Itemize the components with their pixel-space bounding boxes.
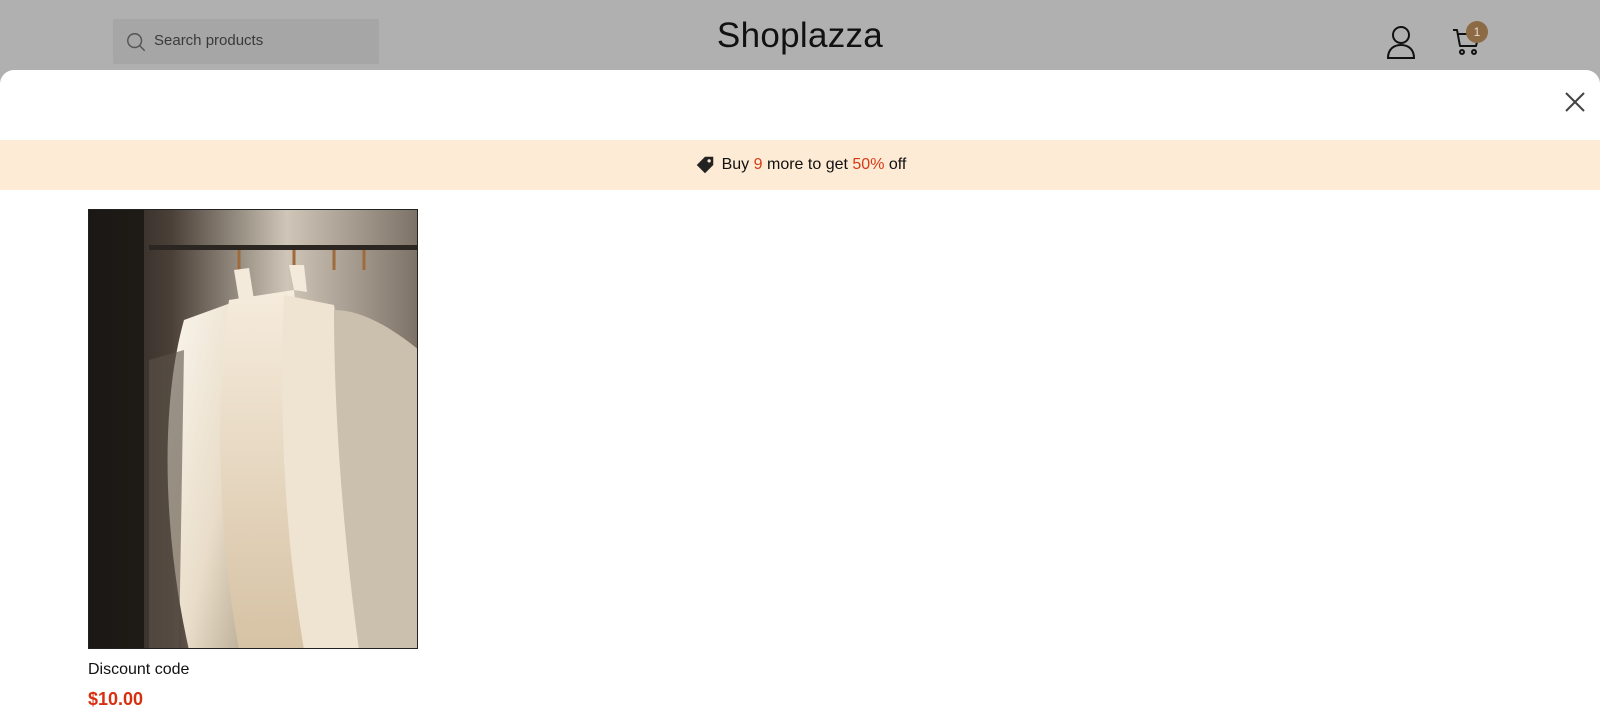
promo-percent: 50% bbox=[852, 156, 885, 173]
brand-name: Shoplazza bbox=[716, 16, 884, 55]
product-image[interactable] bbox=[88, 209, 418, 649]
product-title[interactable]: Discount code bbox=[88, 661, 418, 679]
promo-suffix: off bbox=[888, 156, 907, 173]
search-input[interactable]: Search products bbox=[113, 19, 379, 64]
promo-prefix: Buy bbox=[721, 156, 750, 173]
account-icon[interactable] bbox=[1386, 25, 1416, 59]
product-price: $10.00 bbox=[88, 689, 144, 709]
cart-drawer-panel: Buy 9 more to get 50% off Discount code … bbox=[0, 70, 1600, 720]
promo-bar: Buy 9 more to get 50% off bbox=[0, 140, 1600, 190]
promo-middle: more to get bbox=[767, 156, 848, 173]
promo-count: 9 bbox=[753, 156, 763, 173]
dresses-photo bbox=[89, 210, 417, 648]
close-icon[interactable] bbox=[1562, 89, 1588, 115]
product-card[interactable]: Discount code $10.00 bbox=[88, 209, 418, 710]
cart-count-badge: 1 bbox=[1466, 21, 1488, 43]
search-placeholder: Search products bbox=[154, 32, 264, 49]
tag-icon bbox=[696, 156, 713, 174]
search-icon bbox=[127, 33, 146, 52]
